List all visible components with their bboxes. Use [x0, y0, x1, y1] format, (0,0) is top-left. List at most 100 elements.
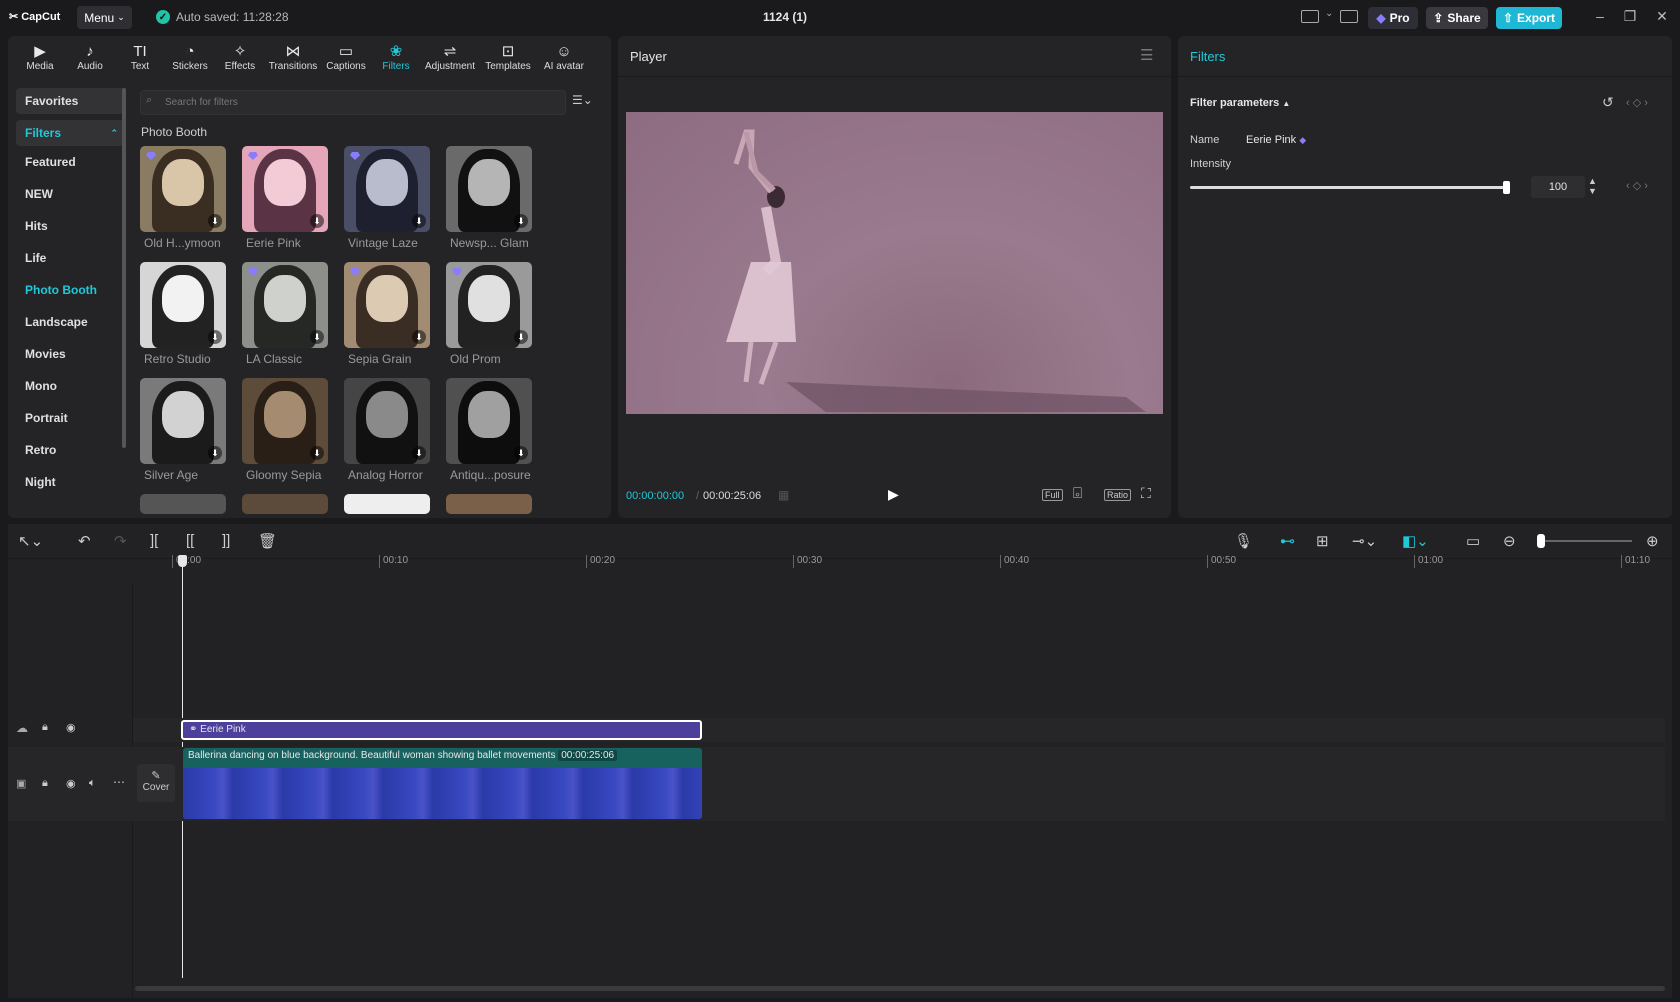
- close-icon[interactable]: ✕: [1652, 8, 1672, 25]
- zoom-in-icon[interactable]: ⊕: [1646, 532, 1659, 550]
- tab-templates[interactable]: ⊡ Templates: [479, 36, 537, 78]
- download-icon[interactable]: ⬇: [310, 330, 324, 344]
- download-icon[interactable]: ⬇: [208, 214, 222, 228]
- video-clip[interactable]: Ballerina dancing on blue background. Be…: [183, 748, 702, 819]
- preview-axis-icon[interactable]: ◧⌄: [1402, 532, 1429, 550]
- filter-thumbnail[interactable]: ⬇: [446, 378, 532, 464]
- filter-parameters-header[interactable]: Filter parameters ▲: [1190, 97, 1290, 109]
- auto-snap-icon[interactable]: ⊞: [1316, 532, 1329, 550]
- eye-icon[interactable]: ◉: [66, 721, 76, 734]
- trim-right-icon[interactable]: ]]: [222, 532, 230, 549]
- caption-icon[interactable]: ▭: [1466, 532, 1480, 550]
- layout-icon[interactable]: [1301, 10, 1319, 23]
- reset-icon[interactable]: ↺: [1602, 94, 1614, 111]
- zoom-slider-handle[interactable]: [1537, 534, 1545, 548]
- restore-icon[interactable]: ❐: [1620, 8, 1640, 25]
- sidebar-scrollbar[interactable]: [122, 88, 126, 448]
- link-icon[interactable]: ⊸⌄: [1352, 532, 1377, 550]
- filter-thumbnail[interactable]: [140, 494, 226, 514]
- minimize-icon[interactable]: –: [1590, 8, 1610, 24]
- tab-captions[interactable]: ▭ Captions: [321, 36, 371, 78]
- search-input[interactable]: Search for filters: [140, 90, 566, 115]
- horizontal-scrollbar[interactable]: [135, 986, 1665, 991]
- tab-media[interactable]: ▶ Media: [15, 36, 65, 78]
- sidebar-item-filters[interactable]: Filters ⌃: [16, 120, 126, 146]
- stepper-icon[interactable]: ▲ ▼: [1588, 176, 1597, 196]
- trim-left-icon[interactable]: [[: [186, 532, 194, 549]
- filter-thumbnail[interactable]: ⬇: [446, 146, 532, 232]
- eye-icon[interactable]: ◉: [66, 777, 76, 790]
- sort-filter-icon[interactable]: ☰⌄: [572, 93, 593, 107]
- lock-icon[interactable]: 🔒︎: [42, 721, 48, 734]
- ratio-button[interactable]: Ratio: [1104, 489, 1132, 501]
- filter-thumbnail[interactable]: ⬇: [140, 146, 226, 232]
- keyframe-nav-intensity[interactable]: ‹ ◇ ›: [1626, 179, 1648, 192]
- download-icon[interactable]: ⬇: [310, 446, 324, 460]
- filter-thumbnail[interactable]: [242, 494, 328, 514]
- filter-thumbnail[interactable]: ⬇: [344, 378, 430, 464]
- download-icon[interactable]: ⬇: [208, 446, 222, 460]
- full-quality-button[interactable]: Full: [1042, 489, 1063, 501]
- sidebar-item-photo-booth[interactable]: Photo Booth: [16, 274, 126, 306]
- export-button[interactable]: ⇧ Export: [1496, 7, 1562, 29]
- keyboard-icon[interactable]: [1340, 10, 1358, 23]
- sidebar-item-portrait[interactable]: Portrait: [16, 402, 126, 434]
- filter-thumbnail[interactable]: [344, 494, 430, 514]
- intensity-input[interactable]: 100: [1531, 176, 1585, 198]
- video-preview[interactable]: [626, 112, 1163, 414]
- sidebar-item-night[interactable]: Night: [16, 466, 126, 498]
- download-icon[interactable]: ⬇: [412, 214, 426, 228]
- timeline-ruler[interactable]: 00:00 00:10 00:20 00:30 00:40 00:50 01:00 01:10: [172, 555, 1672, 571]
- tab-effects[interactable]: ✧ Effects: [215, 36, 265, 78]
- sidebar-item-new[interactable]: NEW: [16, 178, 126, 210]
- sidebar-item-landscape[interactable]: Landscape: [16, 306, 126, 338]
- split-icon[interactable]: ][: [150, 532, 158, 549]
- keyframe-nav[interactable]: ‹ ◇ ›: [1626, 96, 1648, 109]
- play-icon[interactable]: ▶: [888, 486, 899, 503]
- intensity-slider-track[interactable]: [1190, 186, 1510, 189]
- filter-clip[interactable]: ⚭ Eerie Pink: [181, 720, 702, 740]
- sidebar-item-mono[interactable]: Mono: [16, 370, 126, 402]
- download-icon[interactable]: ⬇: [208, 330, 222, 344]
- tab-ai-avatar[interactable]: ☺ AI avatar: [537, 36, 591, 78]
- sidebar-item-featured[interactable]: Featured: [16, 146, 126, 178]
- redo-icon[interactable]: ↷: [114, 532, 127, 550]
- speaker-icon[interactable]: 🔈︎: [89, 777, 96, 790]
- filter-thumbnail[interactable]: ⬇: [242, 262, 328, 348]
- tab-transitions[interactable]: ⋈ Transitions: [265, 36, 321, 78]
- inspector-tab[interactable]: Filters: [1190, 49, 1225, 64]
- microphone-icon[interactable]: 🎙: [1234, 532, 1253, 550]
- pro-button[interactable]: ◆ Pro: [1368, 7, 1418, 29]
- download-icon[interactable]: ⬇: [514, 446, 528, 460]
- fullscreen-icon[interactable]: ⛶: [1141, 485, 1151, 502]
- screenshot-icon[interactable]: ⌻: [1073, 485, 1082, 502]
- grid-icon[interactable]: ▦: [778, 488, 789, 502]
- lock-icon[interactable]: 🔒︎: [42, 777, 48, 790]
- delete-icon[interactable]: 🗑: [258, 532, 277, 550]
- download-icon[interactable]: ⬇: [514, 330, 528, 344]
- download-icon[interactable]: ⬇: [310, 214, 324, 228]
- filter-thumbnail[interactable]: ⬇: [242, 146, 328, 232]
- more-icon[interactable]: ⋯: [113, 775, 125, 789]
- sidebar-item-hits[interactable]: Hits: [16, 210, 126, 242]
- filter-thumbnail[interactable]: ⬇: [344, 262, 430, 348]
- download-icon[interactable]: ⬇: [412, 446, 426, 460]
- filter-thumbnail[interactable]: ⬇: [140, 262, 226, 348]
- sidebar-item-favorites[interactable]: Favorites: [16, 88, 126, 114]
- filter-thumbnail[interactable]: ⬇: [242, 378, 328, 464]
- zoom-slider-track[interactable]: [1540, 540, 1632, 542]
- intensity-slider-handle[interactable]: [1503, 181, 1510, 194]
- filter-thumbnail[interactable]: ⬇: [446, 262, 532, 348]
- filter-thumbnail[interactable]: ⬇: [344, 146, 430, 232]
- tab-stickers[interactable]: ◔ Stickers: [165, 36, 215, 78]
- sidebar-item-life[interactable]: Life: [16, 242, 126, 274]
- main-track-magnet-icon[interactable]: ⊷: [1280, 532, 1295, 550]
- tab-audio[interactable]: ♪ Audio: [65, 36, 115, 78]
- tab-filters[interactable]: ❀ Filters: [371, 36, 421, 78]
- tab-adjustment[interactable]: ⇌ Adjustment: [421, 36, 479, 78]
- chevron-down-icon[interactable]: ⌄: [1325, 8, 1333, 19]
- filter-thumbnail[interactable]: ⬇: [140, 378, 226, 464]
- select-tool-icon[interactable]: ↖⌄: [18, 532, 43, 550]
- player-menu-icon[interactable]: ☰: [1140, 46, 1153, 64]
- undo-icon[interactable]: ↶: [78, 532, 91, 550]
